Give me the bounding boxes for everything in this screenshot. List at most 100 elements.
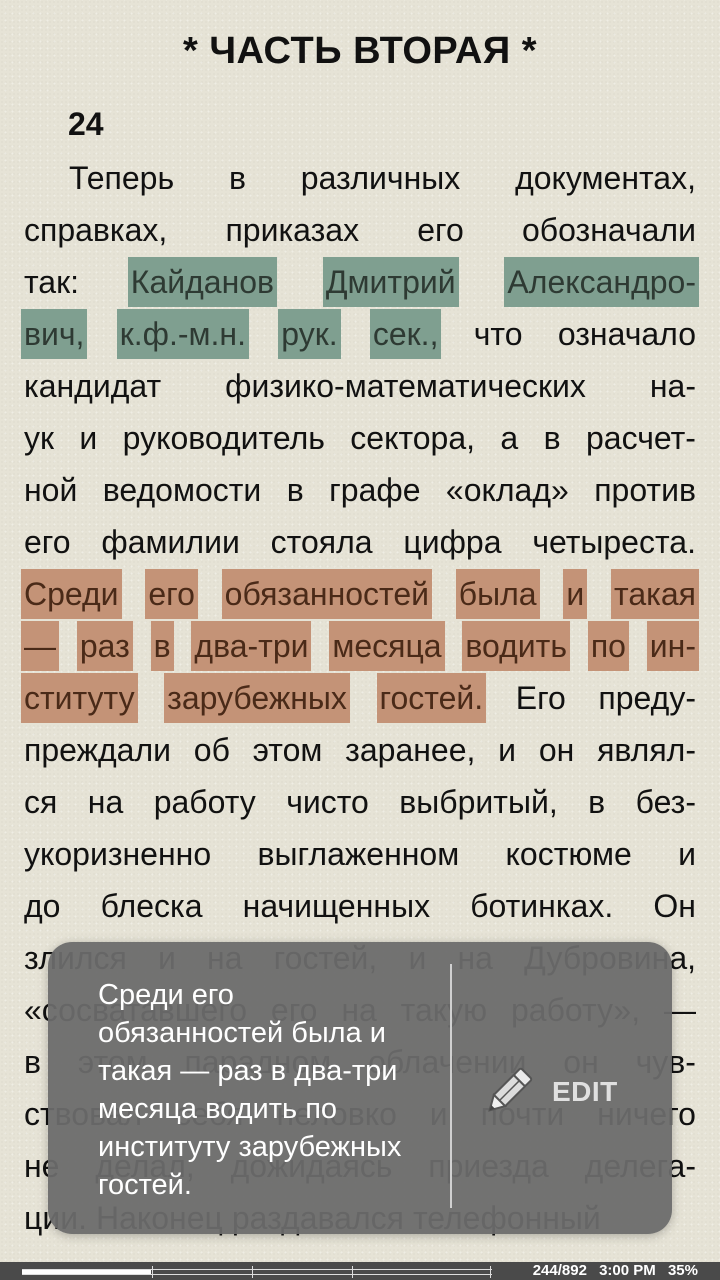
chapter-title: * ЧАСТЬ ВТОРАЯ * <box>182 30 538 72</box>
word: укоризненно <box>24 836 212 872</box>
word: в <box>24 1044 41 1080</box>
word: а <box>500 420 519 456</box>
text-line: Теперь в различных документах, <box>24 153 696 203</box>
clock: 3:00 PM <box>599 1262 656 1279</box>
word: четыреста. <box>532 524 696 560</box>
word: костюме <box>505 836 632 872</box>
highlighted-word: Кайданов <box>127 257 278 307</box>
word: Он <box>653 888 696 924</box>
text-line: ной ведомости в графе «оклад» против <box>24 465 696 515</box>
chapter-tick <box>252 1266 253 1278</box>
word: так: <box>24 264 79 300</box>
word: ведомости <box>102 472 262 508</box>
word: ся <box>24 784 58 820</box>
highlighted-word: сек., <box>369 309 442 359</box>
word: Теперь <box>69 160 175 196</box>
word: этом <box>252 732 323 768</box>
word: до <box>24 888 61 924</box>
text-line: так: Кайданов Дмитрий Александро- <box>24 257 699 307</box>
word: против <box>594 472 696 508</box>
text-line: ук и руководитель сектора, а в расчет- <box>24 413 696 463</box>
highlighted-word: раз <box>76 621 133 671</box>
status-info: 244/892 3:00 PM 35% <box>525 1262 698 1280</box>
word: расчет- <box>586 420 696 456</box>
highlighted-word: вич, <box>21 309 88 359</box>
word: физико-математических <box>225 368 586 404</box>
edit-label: EDIT <box>552 1076 618 1107</box>
highlighted-word: — <box>21 621 59 671</box>
text-line: кандидат физико-математических на- <box>24 361 696 411</box>
highlighted-word: в <box>150 621 174 671</box>
word: и <box>498 732 517 768</box>
highlighted-word: его <box>145 569 198 619</box>
word: на- <box>649 368 696 404</box>
word: заранее, <box>345 732 476 768</box>
status-bar: 244/892 3:00 PM 35% <box>0 1262 720 1280</box>
text-line: справках, приказах его обозначали <box>24 205 696 255</box>
chapter-tick <box>352 1266 353 1278</box>
word: и <box>678 836 696 872</box>
word: ботинках. <box>470 888 614 924</box>
word: начищенных <box>242 888 431 924</box>
highlighted-word: водить <box>462 621 570 671</box>
word: сектора, <box>350 420 476 456</box>
word: и <box>79 420 98 456</box>
text-line: ституту зарубежных гостей. Его преду- <box>21 673 696 723</box>
highlighted-word: зарубежных <box>164 673 350 723</box>
reading-progress-bar[interactable] <box>22 1266 492 1278</box>
highlighted-word: ин- <box>646 621 699 671</box>
word: блеска <box>100 888 203 924</box>
word: в <box>588 784 606 820</box>
word: ук <box>24 420 54 456</box>
chapter-tick <box>490 1266 491 1278</box>
highlight-popup: Среди его обязанностей была и такая — ра… <box>48 942 672 1234</box>
word: руководитель <box>122 420 325 456</box>
highlighted-word: месяца <box>329 621 445 671</box>
word: обозначали <box>521 212 696 248</box>
battery-level: 35% <box>667 1262 698 1279</box>
text-line: до блеска начищенных ботинках. Он <box>24 881 696 931</box>
word: работу <box>153 784 256 820</box>
word: без- <box>635 784 696 820</box>
highlighted-word: и <box>563 569 588 619</box>
highlight-note-text[interactable]: Среди его обязанностей была и такая — ра… <box>98 976 418 1204</box>
word: об <box>193 732 230 768</box>
word: стояла <box>270 524 373 560</box>
word: документах, <box>515 160 696 196</box>
word: преждали <box>24 732 171 768</box>
edit-note-button[interactable]: EDIT <box>478 1052 658 1132</box>
highlighted-word: была <box>455 569 540 619</box>
highlighted-word: Дмитрий <box>322 257 459 307</box>
word: приказах <box>225 212 360 248</box>
word: в <box>286 472 304 508</box>
highlighted-word: Среди <box>21 569 122 619</box>
word: что <box>473 316 523 352</box>
text-line: вич, к.ф.-м.н. рук. сек., что означало <box>21 309 696 359</box>
highlighted-word: два-три <box>191 621 312 671</box>
word: в <box>228 160 246 196</box>
text-line: Среди его обязанностей была и такая <box>21 569 699 619</box>
word: фамилии <box>101 524 240 560</box>
word: Его <box>515 680 566 716</box>
text-line: преждали об этом заранее, и он являл- <box>24 725 696 775</box>
word: ной <box>24 472 78 508</box>
word: выглаженном <box>257 836 460 872</box>
word: графе <box>329 472 421 508</box>
highlighted-word: ституту <box>21 673 138 723</box>
page-counter: 244/892 <box>532 1262 587 1279</box>
popup-divider <box>450 964 452 1208</box>
pencil-icon <box>488 1067 533 1112</box>
word: преду- <box>598 680 696 716</box>
word: чисто <box>286 784 369 820</box>
highlighted-word: к.ф.-м.н. <box>116 309 249 359</box>
word: он <box>538 732 575 768</box>
section-number: 24 <box>68 106 104 142</box>
word: на <box>87 784 124 820</box>
word: «оклад» <box>445 472 569 508</box>
word: являл- <box>597 732 696 768</box>
word: цифра <box>403 524 502 560</box>
text-line: его фамилии стояла цифра четыреста. <box>24 517 696 567</box>
text-line: укоризненно выглаженном костюме и <box>24 829 696 879</box>
highlighted-word: обязанностей <box>221 569 432 619</box>
text-line: ся на работу чисто выбритый, в без- <box>24 777 696 827</box>
